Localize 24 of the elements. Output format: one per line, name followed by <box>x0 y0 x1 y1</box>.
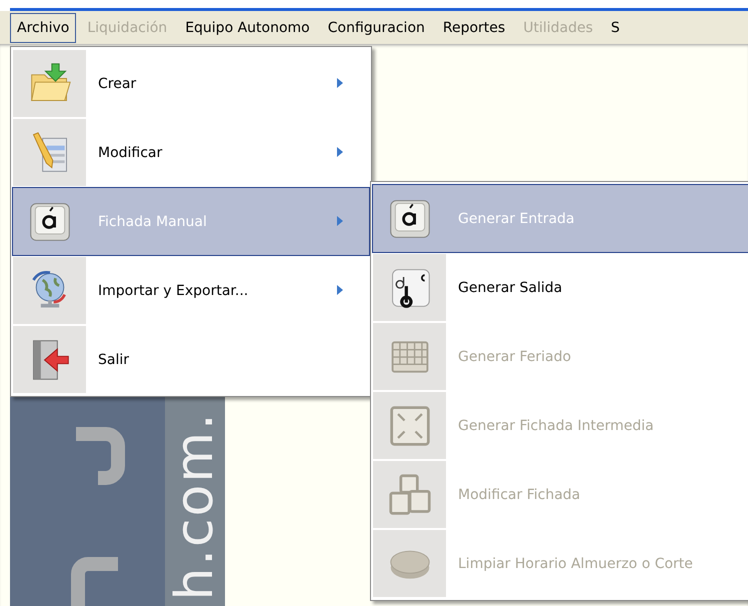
menu-bar-item[interactable]: Archivo <box>10 12 76 42</box>
menu-item-label: Generar Entrada <box>458 210 574 226</box>
menu-item[interactable]: Crear <box>12 49 370 118</box>
menu-item-label: Modificar <box>98 144 162 160</box>
menu-item-label: Salir <box>98 352 130 368</box>
menu-item[interactable]: Modificar <box>12 118 370 187</box>
menu-bar-item[interactable]: Reportes <box>436 12 512 42</box>
menu-item[interactable]: Salir <box>12 325 370 394</box>
menu-item-label: Fichada Manual <box>98 214 207 230</box>
blocks-icon <box>388 472 432 516</box>
menu-item-label: Generar Fichada Intermedia <box>458 418 654 434</box>
menu-item-label: Limpiar Horario Almuerzo o Corte <box>458 556 693 572</box>
menu-item-label: Generar Feriado <box>458 348 572 364</box>
menu-bar-item[interactable]: Equipo Autonomo <box>178 12 317 42</box>
logo-text: h.com. <box>165 411 225 601</box>
menu-item-label: Modificar Fichada <box>458 486 580 502</box>
menu-item[interactable]: Importar y Exportar... <box>12 256 370 325</box>
menu-item-label: Crear <box>98 76 136 92</box>
menu-item-label: Generar Salida <box>458 280 562 296</box>
menu-item[interactable]: Generar Salida <box>372 253 748 322</box>
menu-bar-item[interactable]: Configuracion <box>320 12 432 42</box>
menu-item-label: Importar y Exportar... <box>98 282 248 298</box>
menu-bar-item[interactable]: S <box>604 12 627 42</box>
collapse-arrows-icon <box>388 404 432 448</box>
